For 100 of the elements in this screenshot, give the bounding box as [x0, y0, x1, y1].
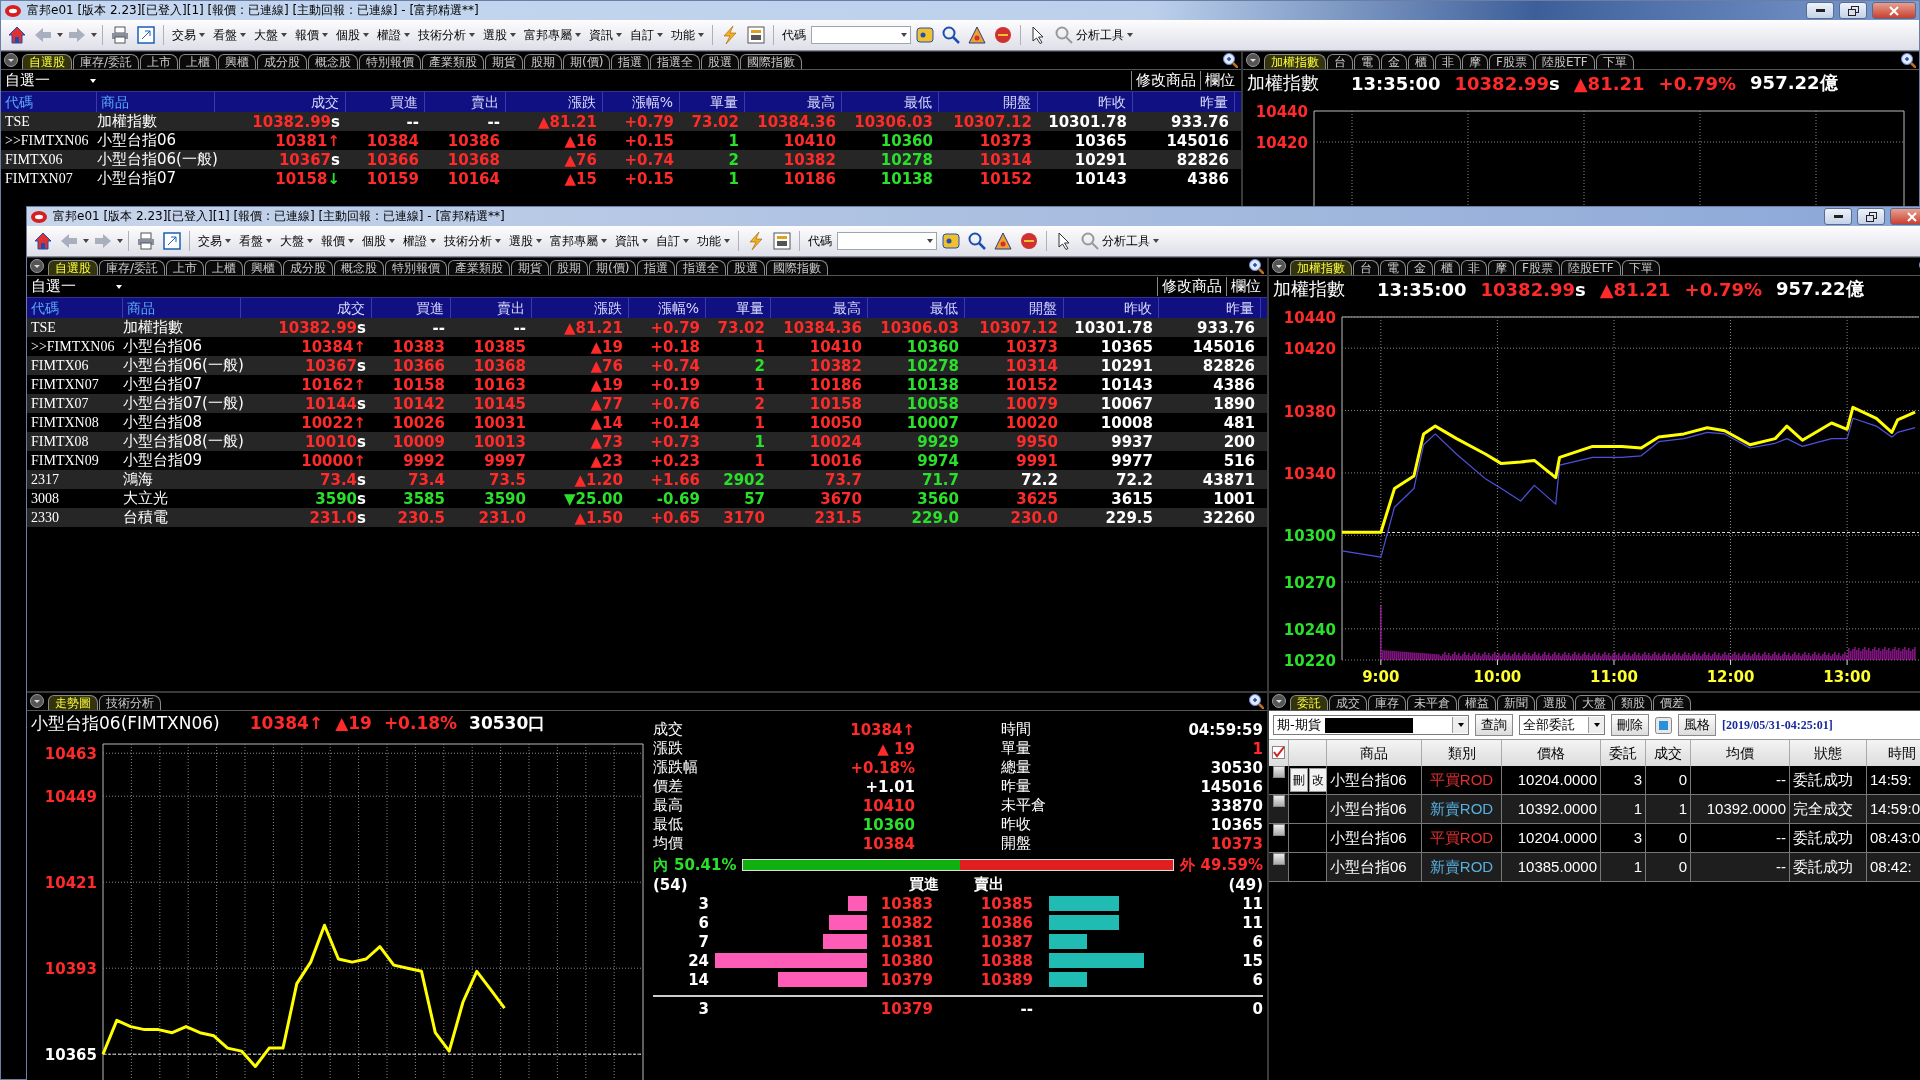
- select-all-checkbox[interactable]: [1272, 746, 1285, 759]
- analysis-tools-menu[interactable]: 分析工具: [1052, 24, 1136, 46]
- code-input[interactable]: [837, 232, 937, 250]
- tab[interactable]: 櫃: [1408, 54, 1434, 69]
- header-action-link[interactable]: 修改商品: [1131, 71, 1200, 90]
- tab[interactable]: 期(價): [563, 54, 611, 69]
- tab[interactable]: 興櫃: [244, 260, 283, 275]
- tab[interactable]: 特別報價: [385, 260, 448, 275]
- tab[interactable]: 台: [1353, 260, 1379, 275]
- menu-item[interactable]: 個股: [333, 24, 372, 46]
- menu-item[interactable]: 自訂: [653, 230, 692, 252]
- row-checkbox[interactable]: [1272, 766, 1285, 778]
- row-checkbox[interactable]: [1272, 795, 1285, 807]
- tab[interactable]: 股選: [701, 54, 740, 69]
- panel-menu-icon[interactable]: [1246, 53, 1260, 67]
- menu-item[interactable]: 看盤: [236, 230, 275, 252]
- menu-item[interactable]: 看盤: [210, 24, 249, 46]
- row-checkbox[interactable]: [1272, 824, 1285, 836]
- tab[interactable]: 上櫃: [179, 54, 218, 69]
- tab[interactable]: 自選股: [48, 260, 98, 275]
- tab[interactable]: 技術分析: [99, 695, 161, 710]
- zoom-in-icon[interactable]: [1249, 259, 1264, 274]
- tab[interactable]: 上市: [166, 260, 205, 275]
- tab[interactable]: 庫存/委託: [99, 260, 166, 275]
- menu-item[interactable]: 交易: [195, 230, 234, 252]
- analysis-tools-menu[interactable]: 分析工具: [1078, 230, 1162, 252]
- quote-tool-button[interactable]: [913, 24, 937, 46]
- tab[interactable]: 股選: [727, 260, 766, 275]
- popout-button[interactable]: [134, 24, 158, 46]
- header-action-link[interactable]: 欄位: [1200, 71, 1239, 90]
- menu-item[interactable]: 報價: [292, 24, 331, 46]
- style-button[interactable]: 風格: [1678, 714, 1716, 736]
- menu-item[interactable]: 自訂: [627, 24, 666, 46]
- menu-item[interactable]: 功能: [694, 230, 733, 252]
- panel-menu-icon[interactable]: [1272, 694, 1286, 708]
- header-action-link[interactable]: 欄位: [1226, 277, 1265, 296]
- row-action-button[interactable]: 刪: [1290, 768, 1308, 792]
- row-action-button[interactable]: 改: [1309, 768, 1327, 792]
- tab[interactable]: 新聞: [1497, 695, 1535, 710]
- menu-item[interactable]: 富邦專屬: [521, 24, 584, 46]
- list-selector[interactable]: 自選一: [31, 277, 122, 296]
- color-swatch-icon[interactable]: [1655, 716, 1672, 734]
- tab[interactable]: 指選全: [650, 54, 701, 69]
- tab[interactable]: 產業類股: [448, 260, 511, 275]
- tab[interactable]: 類股: [1614, 695, 1652, 710]
- tab[interactable]: 下單: [1595, 54, 1634, 69]
- tab[interactable]: 期貨: [511, 260, 550, 275]
- tab[interactable]: 產業類股: [422, 54, 485, 69]
- order-filter-select[interactable]: 全部委託: [1519, 715, 1605, 735]
- menu-item[interactable]: 技術分析: [441, 230, 504, 252]
- header-action-link[interactable]: 修改商品: [1157, 277, 1226, 296]
- zoom-in-icon[interactable]: [1249, 694, 1264, 709]
- panel-menu-icon[interactable]: [4, 53, 18, 67]
- tab[interactable]: 加權指數: [1264, 54, 1326, 69]
- menu-item[interactable]: 權證: [400, 230, 439, 252]
- query-button[interactable]: 查詢: [1475, 714, 1513, 736]
- tab[interactable]: 金: [1407, 260, 1433, 275]
- notepad-button[interactable]: [770, 230, 794, 252]
- tab[interactable]: F股票: [1489, 54, 1534, 69]
- popout-button[interactable]: [160, 230, 184, 252]
- account-select[interactable]: 期-期貨: [1273, 715, 1469, 735]
- tab[interactable]: 概念股: [334, 260, 385, 275]
- tab[interactable]: 台: [1327, 54, 1353, 69]
- tab[interactable]: 國際指數: [766, 260, 829, 275]
- tab[interactable]: 庫存/委託: [73, 54, 140, 69]
- zoom-in-icon[interactable]: [1901, 53, 1916, 68]
- menu-item[interactable]: 資訊: [612, 230, 651, 252]
- tab[interactable]: 指選: [611, 54, 650, 69]
- tab[interactable]: 選股: [1536, 695, 1574, 710]
- menu-item[interactable]: 選股: [506, 230, 545, 252]
- menu-item[interactable]: 交易: [169, 24, 208, 46]
- minimize-button[interactable]: [1824, 208, 1852, 225]
- tab[interactable]: 電: [1380, 260, 1406, 275]
- panel-menu-icon[interactable]: [30, 694, 44, 708]
- restore-button[interactable]: [1857, 208, 1885, 225]
- tab[interactable]: 股期: [524, 54, 563, 69]
- alert-tool-button[interactable]: [991, 230, 1015, 252]
- panel-menu-icon[interactable]: [30, 259, 44, 273]
- tab[interactable]: 權益: [1458, 695, 1496, 710]
- tab[interactable]: 特別報價: [359, 54, 422, 69]
- tab[interactable]: 電: [1354, 54, 1380, 69]
- restore-button[interactable]: [1839, 2, 1867, 19]
- notepad-button[interactable]: [744, 24, 768, 46]
- tab[interactable]: 期(價): [589, 260, 637, 275]
- tab[interactable]: 上市: [140, 54, 179, 69]
- zoom-in-icon[interactable]: [1223, 53, 1238, 68]
- menu-item[interactable]: 報價: [318, 230, 357, 252]
- tab[interactable]: 大盤: [1575, 695, 1613, 710]
- tab[interactable]: 非: [1461, 260, 1487, 275]
- tab[interactable]: 成交: [1329, 695, 1367, 710]
- menu-item[interactable]: 大盤: [251, 24, 290, 46]
- menu-item[interactable]: 技術分析: [415, 24, 478, 46]
- menu-item[interactable]: 資訊: [586, 24, 625, 46]
- tab[interactable]: 金: [1381, 54, 1407, 69]
- tab[interactable]: 價差: [1653, 695, 1691, 710]
- close-button[interactable]: [1872, 2, 1916, 19]
- tab[interactable]: 摩: [1462, 54, 1488, 69]
- menu-item[interactable]: 富邦專屬: [547, 230, 610, 252]
- tab[interactable]: 陸股ETF: [1560, 260, 1621, 275]
- tab[interactable]: 櫃: [1434, 260, 1460, 275]
